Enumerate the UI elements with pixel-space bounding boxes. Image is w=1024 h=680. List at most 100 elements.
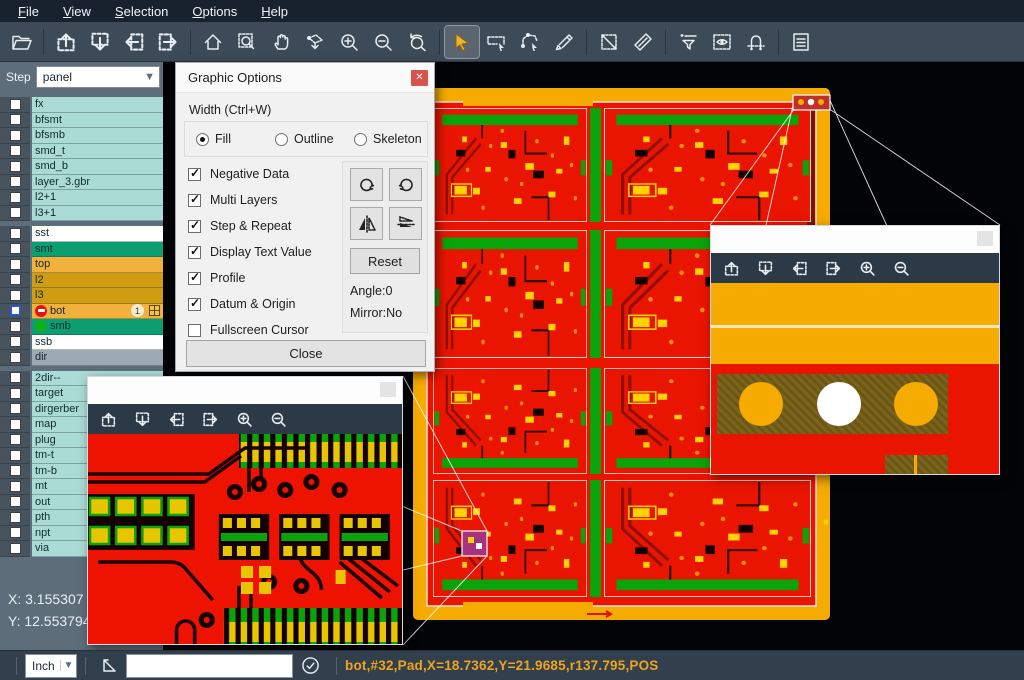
radio-fill[interactable]: Fill [196,132,264,146]
menu-item-help[interactable]: Help [251,3,298,20]
layer-visibility-checkbox[interactable] [10,130,21,141]
option-checkbox[interactable] [188,298,201,311]
layer-visibility-checkbox[interactable] [10,243,21,254]
layer-row-bfsmb[interactable]: bfsmb [0,128,163,144]
layer-row-ssb[interactable]: ssb [0,335,163,351]
measure-distance-button[interactable] [592,26,626,58]
layer-visibility-checkbox[interactable] [10,336,21,347]
layer-name-cell[interactable]: smt [32,242,163,258]
snap-button[interactable] [739,26,773,58]
layer-row-bot[interactable]: bot1 [0,304,163,320]
layer-row-bfsmt[interactable]: bfsmt [0,113,163,129]
layer-name-cell[interactable]: l3 [32,288,163,304]
refresh-icon[interactable] [301,656,320,675]
shift-down-icon[interactable] [757,260,774,277]
zoom-in-icon[interactable] [859,260,876,277]
layer-name-cell[interactable]: smd_b [32,159,163,175]
layer-name-cell[interactable]: dir [32,350,163,366]
layer-visibility-checkbox[interactable] [10,99,21,110]
home-view-button[interactable] [196,26,230,58]
layer-name-cell[interactable]: l3+1 [32,206,163,222]
zoom-out-icon[interactable] [893,260,910,277]
layer-row-smb[interactable]: smb [0,319,163,335]
zoom-out-icon[interactable] [270,411,287,428]
layer-name-cell[interactable]: ssb [32,335,163,351]
layer-visibility-checkbox[interactable] [10,403,21,414]
rotate-cw-button[interactable] [350,168,383,201]
layer-name-cell[interactable]: sst [32,226,163,242]
radio-outline[interactable]: Outline [275,132,343,146]
zoom-object-button[interactable] [298,26,332,58]
layer-row-l2+1[interactable]: l2+1 [0,190,163,206]
layer-row-layer_3.gbr[interactable]: layer_3.gbr [0,175,163,191]
angle-icon[interactable] [100,656,120,676]
report-button[interactable] [784,26,818,58]
popup-b-window-button[interactable] [977,231,993,246]
shift-left-icon[interactable] [168,411,185,428]
layer-name-cell[interactable]: fx [32,97,163,113]
layer-visibility-checkbox[interactable] [10,259,21,270]
shift-left-button[interactable] [117,26,151,58]
option-profile[interactable]: Profile [188,265,312,291]
reset-button[interactable]: Reset [350,248,420,274]
option-multi-layers[interactable]: Multi Layers [188,187,312,213]
shift-right-icon[interactable] [202,411,219,428]
zoom-window-button[interactable] [230,26,264,58]
option-checkbox[interactable] [188,168,201,181]
mirror-horizontal-button[interactable] [350,207,383,240]
layer-visibility-checkbox[interactable] [10,228,21,239]
layer-visibility-checkbox[interactable] [10,321,21,332]
shift-right-icon[interactable] [825,260,842,277]
layer-visibility-checkbox[interactable] [10,290,21,301]
layer-visibility-checkbox[interactable] [10,145,21,156]
shift-up-button[interactable] [49,26,83,58]
select-arrow-button[interactable] [445,26,479,58]
layer-visibility-checkbox[interactable] [10,207,21,218]
view-box-button[interactable] [705,26,739,58]
popup-a-content[interactable] [88,434,402,644]
zoom-in-icon[interactable] [236,411,253,428]
layer-row-sst[interactable]: sst [0,226,163,242]
layer-name-cell[interactable]: bfsmt [32,113,163,129]
dialog-close-button[interactable]: ✕ [411,70,428,86]
zoom-in-button[interactable] [332,26,366,58]
brush-select-button[interactable] [547,26,581,58]
layer-row-l3+1[interactable]: l3+1 [0,206,163,222]
dialog-titlebar[interactable]: Graphic Options ✕ [176,63,434,93]
open-folder-button[interactable] [4,26,38,58]
option-step-repeat[interactable]: Step & Repeat [188,213,312,239]
shift-down-icon[interactable] [134,411,151,428]
popup-a-titlebar[interactable] [88,377,402,404]
layer-visibility-checkbox[interactable] [10,419,21,430]
layer-visibility-checkbox[interactable] [10,372,21,383]
layer-row-smt[interactable]: smt [0,242,163,258]
option-checkbox[interactable] [188,194,201,207]
shift-down-button[interactable] [83,26,117,58]
layer-visibility-checkbox[interactable] [10,543,21,554]
layer-row-top[interactable]: top [0,257,163,273]
layer-row-dir[interactable]: dir [0,350,163,366]
shift-right-button[interactable] [151,26,185,58]
layer-visibility-checkbox[interactable] [10,434,21,445]
shift-up-icon[interactable] [100,411,117,428]
layer-visibility-checkbox[interactable] [10,192,21,203]
command-input[interactable] [126,654,293,678]
popup-b-titlebar[interactable] [711,226,999,253]
popup-b-content[interactable] [711,283,999,474]
layer-name-cell[interactable]: smb [32,319,163,335]
layer-row-smd_b[interactable]: smd_b [0,159,163,175]
radio-skeleton[interactable]: Skeleton [354,132,422,146]
radio-button[interactable] [354,133,367,146]
option-checkbox[interactable] [188,324,201,337]
option-checkbox[interactable] [188,220,201,233]
radio-button[interactable] [196,133,209,146]
layer-visibility-checkbox[interactable] [10,465,21,476]
layer-name-cell[interactable]: bot1 [32,304,163,320]
option-checkbox[interactable] [188,272,201,285]
menu-item-selection[interactable]: Selection [105,3,178,20]
layer-visibility-checkbox[interactable] [10,352,21,363]
layer-visibility-checkbox[interactable] [10,388,21,399]
menu-item-file[interactable]: File [8,3,49,20]
rotate-ccw-button[interactable] [389,168,422,201]
zoom-out-button[interactable] [366,26,400,58]
